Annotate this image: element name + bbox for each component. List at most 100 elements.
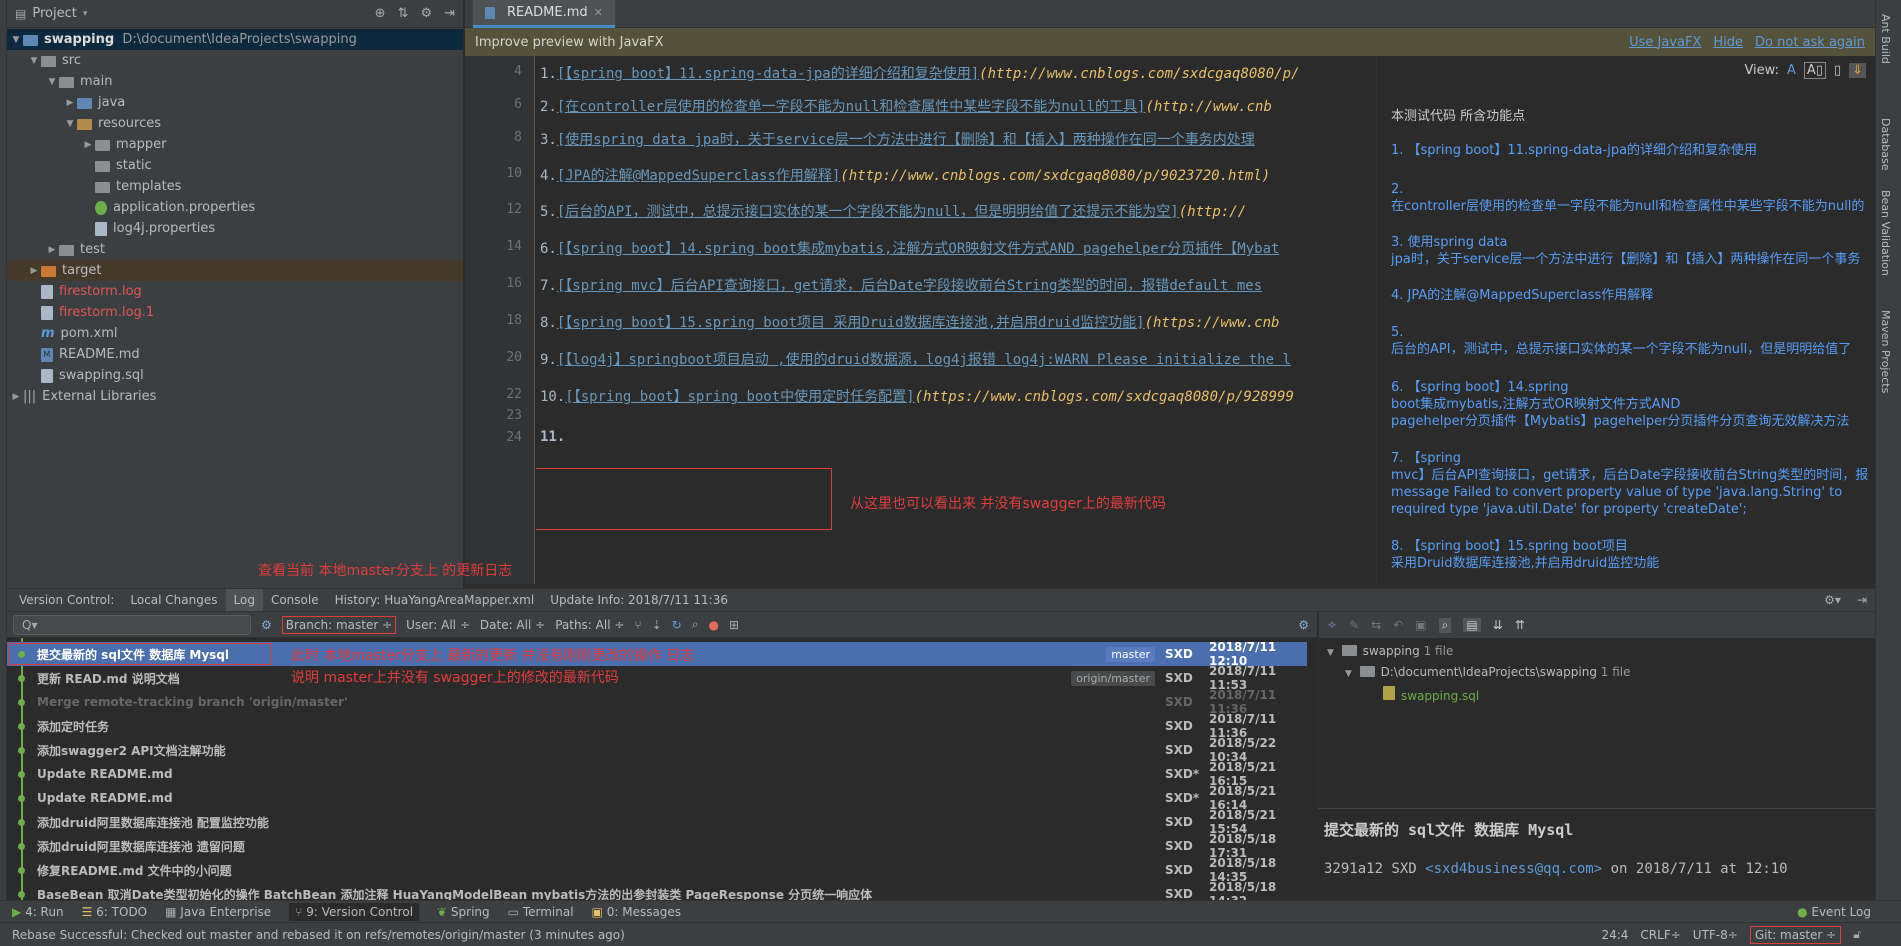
database-tool[interactable]: Database (1879, 118, 1892, 171)
preview-only-icon[interactable]: ▯ (1834, 63, 1841, 78)
branch-filter[interactable]: Branch: master ÷ (281, 615, 397, 634)
history-icon[interactable]: ▣ (1415, 618, 1426, 632)
tab-history[interactable]: History: HuaYangAreaMapper.xml (327, 593, 543, 607)
java-enterprise-tool[interactable]: ▦ Java Enterprise (165, 905, 271, 919)
graph-options-icon[interactable]: ⑂ (634, 618, 641, 632)
commit-row[interactable]: 更新 READ.md 说明文档 origin/master SXD 2018/7/11… (7, 664, 1307, 692)
preview-item-1[interactable]: 1. 【spring boot】11.spring-data-jpa的详细介绍和… (1391, 142, 1757, 159)
preview-item-5[interactable]: 5. 后台的API，测试中，总提示接口实体的某一个字段不能为null，但是明明给值… (1391, 324, 1851, 358)
bean-validation-tool[interactable]: Bean Validation (1879, 190, 1892, 276)
tab-readme[interactable]: README.md ✕ (473, 0, 615, 28)
project-title[interactable]: Project (32, 6, 76, 21)
commit-row[interactable]: 添加druid阿里数据库连接池 配置监控功能 SXD 2018/5/21 15:54 (7, 808, 1307, 836)
caret-position[interactable]: 24:4 (1601, 928, 1628, 942)
log-gear-icon[interactable]: ⚙ (1298, 618, 1309, 632)
commit-row[interactable]: 修复README.md 文件中的小问题 SXD 2018/5/18 14:35 (7, 856, 1307, 884)
messages-tool[interactable]: ▣ 0: Messages (592, 905, 682, 919)
tree-external-libraries[interactable]: ▶ ||| External Libraries (7, 386, 463, 407)
commit-row[interactable]: 添加定时任务 SXD 2018/7/11 11:36 (7, 712, 1307, 740)
tree-main[interactable]: ▼ main (7, 71, 463, 92)
tree-firestorm-log[interactable]: firestorm.log (7, 281, 463, 302)
paths-filter[interactable]: Paths: All ÷ (555, 618, 624, 632)
edit-source-icon[interactable]: ✎ (1349, 618, 1359, 632)
expand-icon[interactable]: ▶ (9, 392, 23, 402)
commit-row[interactable]: Merge remote-tracking branch 'origin/mas… (7, 688, 1307, 716)
project-dropdown-icon[interactable]: ▾ (83, 9, 88, 19)
preview-item-2[interactable]: 2. 在controller层使用的检查单一字段不能为null和检查属性中某些字段… (1391, 181, 1864, 215)
tree-java[interactable]: ▶ java (7, 92, 463, 113)
project-view-icon[interactable]: ▤ (15, 7, 26, 21)
files-tree-dir[interactable]: ▼ D:\document\IdeaProjects\swapping 1 fi… (1345, 665, 1631, 679)
user-filter[interactable]: User: All ÷ (406, 618, 470, 632)
files-tree-file[interactable]: swapping.sql (1383, 686, 1479, 703)
commit-row[interactable]: BaseBean 取消Date类型初始化的操作 BatchBean 添加注释 H… (7, 880, 1307, 900)
show-diff-icon[interactable]: ⇆ (1371, 618, 1381, 632)
tree-mapper[interactable]: ▶ mapper (7, 134, 463, 155)
tree-pom-xml[interactable]: m pom.xml (7, 323, 463, 344)
collapse-icon[interactable]: ⇅ (398, 6, 409, 21)
todo-tool[interactable]: ☰ 6: TODO (82, 905, 148, 919)
cherry-pick-tool-icon[interactable]: ✧ (1327, 618, 1337, 632)
settings-icon[interactable]: ⚙▾ (1816, 593, 1849, 607)
group-by-directory-icon[interactable]: ▤ (1463, 618, 1481, 632)
event-log-tool[interactable]: ● Event Log (1797, 905, 1871, 919)
tree-root-swapping[interactable]: ▼ swapping D:\document\IdeaProjects\swap… (7, 29, 463, 50)
preview-diff-icon[interactable]: ⌕ (1438, 617, 1452, 633)
files-tree-root[interactable]: ▼ swapping 1 file (1327, 644, 1453, 658)
tree-log4j-properties[interactable]: log4j.properties (7, 218, 463, 239)
tree-resources[interactable]: ▼ resources (7, 113, 463, 134)
markdown-editor[interactable]: 1.[【spring boot】11.spring-data-jpa的详细介绍和… (536, 56, 1376, 584)
commit-row[interactable]: 添加druid阿里数据库连接池 遗留问题 SXD 2018/5/18 17:31 (7, 832, 1307, 860)
expand-icon[interactable]: ▶ (45, 245, 59, 255)
author-email-link[interactable]: <sxd4business@qq.com> (1425, 861, 1602, 877)
expand-icon[interactable]: ▼ (27, 56, 41, 66)
editor-only-icon[interactable]: A (1787, 63, 1796, 78)
expand-icon[interactable]: ▼ (9, 35, 23, 45)
preview-item-4[interactable]: 4. JPA的注解@MappedSuperclass作用解释 (1391, 287, 1653, 304)
tab-console[interactable]: Console (263, 593, 327, 607)
date-filter[interactable]: Date: All ÷ (480, 618, 545, 632)
revert-icon[interactable]: ↶ (1393, 618, 1403, 632)
scroll-sync-icon[interactable]: ⇓ (1849, 62, 1866, 78)
hide-link[interactable]: Hide (1713, 35, 1743, 50)
split-view-icon[interactable]: A▯ (1803, 61, 1826, 79)
cherry-pick-icon[interactable]: ● (708, 618, 718, 632)
go-to-head-icon[interactable]: ⇣ (652, 618, 662, 632)
preview-item-7[interactable]: 7. 【spring mvc】后台API查询接口，get请求，后台Date字段接收… (1391, 450, 1868, 518)
tree-test[interactable]: ▶ test (7, 239, 463, 260)
version-control-tool[interactable]: ⑂ 9: Version Control (289, 902, 420, 921)
file-encoding[interactable]: UTF-8÷ (1693, 928, 1738, 942)
expand-all-icon[interactable]: ⇊ (1493, 618, 1503, 632)
run-tool[interactable]: ▶ 4: Run (12, 905, 64, 919)
commit-row[interactable]: 添加swagger2 API文档注解功能 SXD 2018/5/22 10:34 (7, 736, 1307, 764)
spring-tool[interactable]: ❦ Spring (437, 905, 490, 919)
tree-src[interactable]: ▼ src (7, 50, 463, 71)
tab-update-info[interactable]: Update Info: 2018/7/11 11:36 (542, 593, 736, 607)
refresh-icon[interactable]: ↻ (672, 618, 682, 632)
gear-icon[interactable]: ⚙ (420, 6, 432, 21)
expand-icon[interactable]: ▶ (63, 98, 77, 108)
preview-item-3[interactable]: 3. 使用spring data jpa时，关于service层一个方法中进行【删… (1391, 234, 1860, 268)
tree-static[interactable]: static (7, 155, 463, 176)
tree-templates[interactable]: templates (7, 176, 463, 197)
do-not-ask-link[interactable]: Do not ask again (1755, 35, 1865, 50)
terminal-tool[interactable]: ▭ Terminal (508, 905, 574, 919)
expand-icon[interactable]: ▶ (81, 140, 95, 150)
tree-readme-md[interactable]: M README.md (7, 344, 463, 365)
lock-icon[interactable]: 🔓︎ (1853, 927, 1861, 942)
use-javafx-link[interactable]: Use JavaFX (1629, 35, 1701, 50)
git-branch-widget[interactable]: Git: master ÷ (1749, 925, 1842, 944)
find-icon[interactable]: ⌕ (692, 617, 699, 632)
tree-application-properties[interactable]: application.properties (7, 197, 463, 218)
intellisort-icon[interactable]: ⊞ (729, 618, 739, 632)
minimize-icon[interactable]: ⇥ (1849, 593, 1875, 607)
collapse-all-icon[interactable]: ⇈ (1515, 618, 1525, 632)
maven-projects-tool[interactable]: Maven Projects (1879, 310, 1892, 393)
commit-row[interactable]: Update README.md SXD* 2018/5/21 16:15 (7, 760, 1307, 788)
expand-icon[interactable]: ▼ (45, 77, 59, 87)
log-search-input[interactable]: Q▾ (13, 614, 251, 635)
tree-swapping-sql[interactable]: swapping.sql (7, 365, 463, 386)
line-separator[interactable]: CRLF÷ (1640, 928, 1680, 942)
ant-build-tool[interactable]: Ant Build (1879, 14, 1892, 64)
preview-item-8[interactable]: 8. 【spring boot】15.spring boot项目 采用Druid数… (1391, 538, 1659, 572)
